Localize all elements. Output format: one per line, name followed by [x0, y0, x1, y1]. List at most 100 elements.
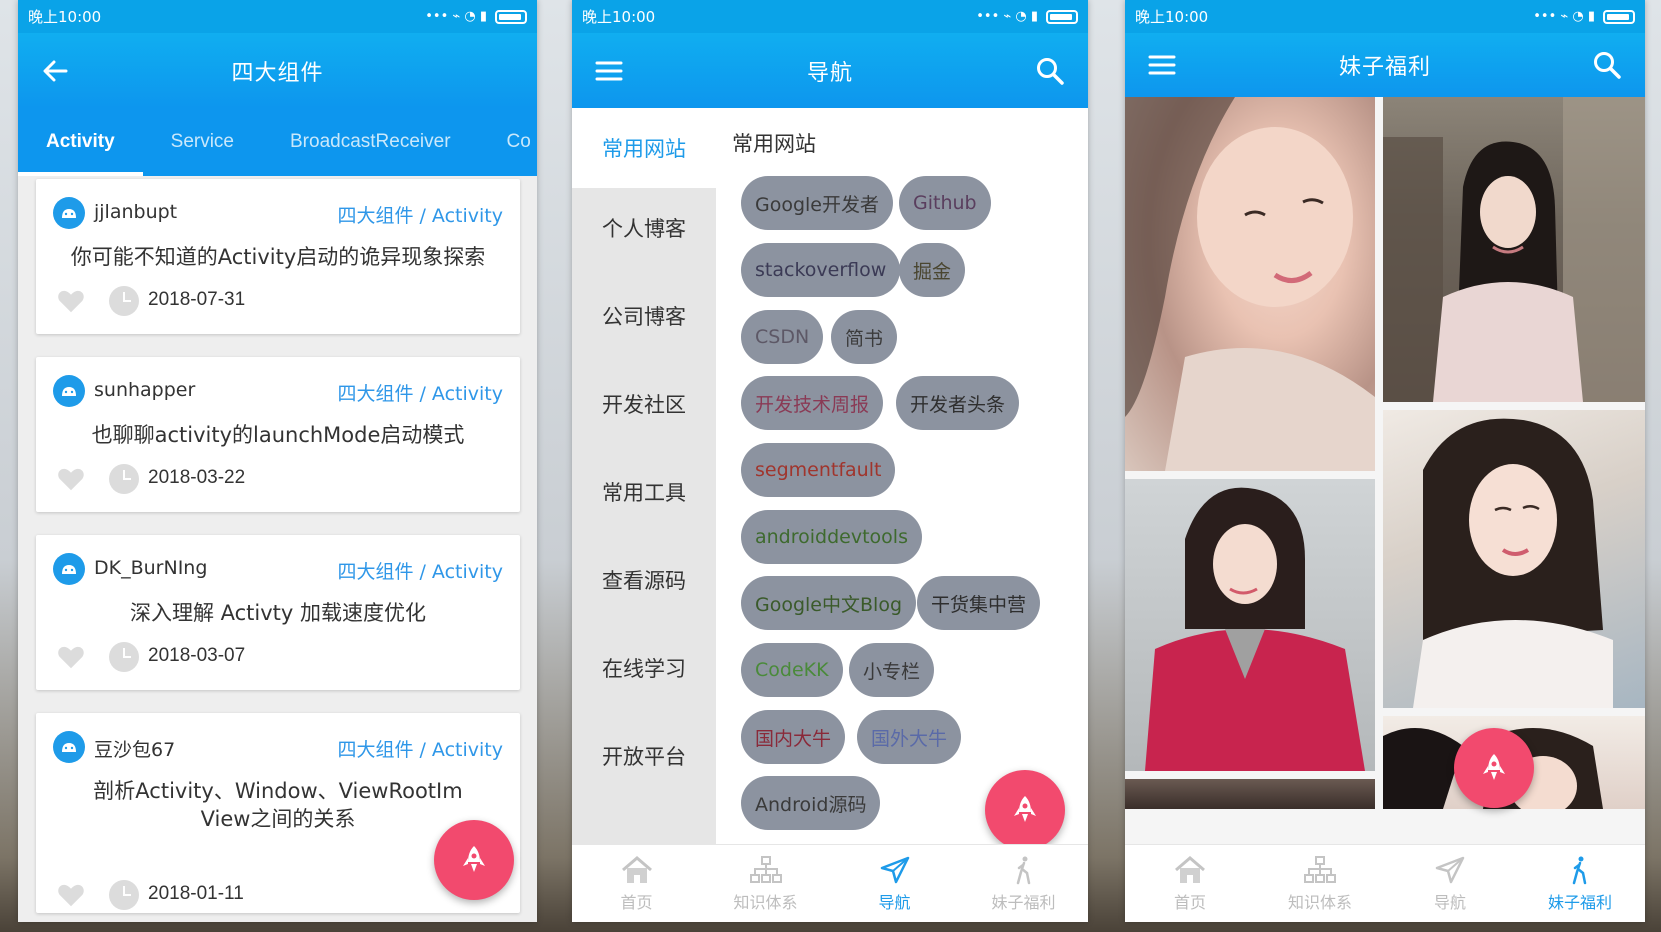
menu-button[interactable] [594, 56, 624, 86]
site-chip[interactable]: CSDN [741, 310, 824, 364]
site-chip[interactable]: 开发者头条 [896, 376, 1020, 430]
article-chapter[interactable]: 四大组件 / Activity [337, 201, 503, 228]
page-title: 四大组件 [231, 60, 324, 86]
heart-icon[interactable] [56, 286, 86, 316]
photo-thumbnail[interactable] [1383, 410, 1645, 708]
photo-thumbnail[interactable] [1125, 97, 1375, 471]
scroll-top-button[interactable] [1454, 728, 1534, 808]
sidebar-item-company-blogs[interactable]: 公司博客 [572, 276, 716, 356]
article-title-line: 也聊聊activity的launchMode启动模式 [91, 423, 465, 447]
signal-icon: ••• ⌁ ◔ ▮ [425, 9, 487, 24]
navigation-arrow-icon [880, 856, 909, 883]
toolbar: 导航 [572, 33, 1088, 108]
bottom-nav-navigation[interactable]: 导航 [1385, 845, 1515, 922]
site-chip[interactable]: 简书 [831, 310, 898, 364]
chip-label: Google开发者 [755, 193, 880, 216]
bottom-nav-home[interactable]: 首页 [572, 845, 701, 922]
site-chip[interactable]: Google中文Blog [741, 576, 916, 630]
site-chip[interactable]: 干货集中营 [917, 576, 1041, 630]
sidebar-item-common-sites[interactable]: 常用网站 [572, 108, 716, 188]
phone-gallery-screen: 晚上10:00 ••• ⌁ ◔ ▮ 妹子福利 首页 知识体系 导航 妹子福利 [1125, 0, 1645, 922]
article-card[interactable]: DK_BurNIng 四大组件 / Activity 深入理解 Activty … [36, 535, 520, 690]
back-button[interactable] [40, 56, 70, 86]
bottom-nav-knowledge[interactable]: 知识体系 [701, 845, 830, 922]
tab-activity[interactable]: Activity [18, 108, 143, 176]
heart-icon[interactable] [56, 642, 86, 672]
sidebar-item-dev-community[interactable]: 开发社区 [572, 364, 716, 444]
bottom-nav-welfare[interactable]: 妹子福利 [959, 845, 1088, 922]
menu-button[interactable] [1147, 50, 1177, 80]
android-icon [62, 209, 76, 218]
site-chip[interactable]: Github [899, 176, 991, 230]
sidebar-item-open-platform[interactable]: 开放平台 [572, 716, 716, 796]
chip-label: 干货集中营 [931, 593, 1027, 616]
sidebar-item-online-learning[interactable]: 在线学习 [572, 628, 716, 708]
avatar [53, 375, 85, 407]
clock-icon [109, 880, 139, 910]
heart-icon[interactable] [56, 464, 86, 494]
sidebar-item-personal-blogs[interactable]: 个人博客 [572, 188, 716, 268]
photo-thumbnail[interactable] [1383, 97, 1645, 402]
article-title-line: 剖析Activity、Window、ViewRootIm [93, 779, 463, 803]
avatar [53, 553, 85, 585]
bottom-nav-home[interactable]: 首页 [1125, 845, 1255, 922]
site-chip[interactable]: 掘金 [899, 243, 966, 297]
phone-components-screen: 晚上10:00 ••• ⌁ ◔ ▮ 四大组件 Activity Service … [18, 0, 537, 922]
status-bar: 晚上10:00 ••• ⌁ ◔ ▮ [1125, 0, 1645, 33]
status-time: 晚上10:00 [28, 8, 102, 26]
site-chip[interactable]: stackoverflow [741, 243, 901, 297]
article-card[interactable]: sunhapper 四大组件 / Activity 也聊聊activity的la… [36, 357, 520, 512]
sidebar-item-common-tools[interactable]: 常用工具 [572, 452, 716, 532]
site-chip[interactable]: 小专栏 [849, 643, 935, 697]
hamburger-menu-icon [1148, 55, 1176, 75]
site-chip[interactable]: CodeKK [741, 643, 843, 697]
tab-service[interactable]: Service [143, 108, 262, 176]
person-walking-icon [1016, 856, 1030, 884]
site-chip[interactable]: 开发技术周报 [741, 376, 884, 430]
home-icon [621, 855, 652, 883]
photo-thumbnail[interactable] [1125, 479, 1375, 771]
article-chapter[interactable]: 四大组件 / Activity [337, 379, 503, 406]
article-chapter[interactable]: 四大组件 / Activity [337, 557, 503, 584]
site-chip[interactable]: 国外大牛 [857, 710, 962, 764]
chip-label: 简书 [845, 327, 884, 350]
tab-bar: Activity Service BroadcastReceiver Co [18, 108, 537, 176]
bottom-nav-knowledge[interactable]: 知识体系 [1255, 845, 1385, 922]
photo-thumbnail[interactable] [1125, 779, 1375, 809]
chip-label: androiddevtools [755, 526, 908, 548]
search-icon[interactable] [1034, 55, 1066, 87]
chip-label: Github [913, 192, 977, 214]
article-date: 2018-03-22 [148, 467, 246, 488]
tab-contentprovider[interactable]: Co [479, 108, 537, 176]
clock-icon [109, 464, 139, 494]
sidebar-item-source-code[interactable]: 查看源码 [572, 540, 716, 620]
bottom-nav-label: 首页 [1173, 892, 1206, 912]
tab-broadcastreceiver[interactable]: BroadcastReceiver [262, 108, 479, 176]
article-card[interactable]: jjlanbupt 四大组件 / Activity 你可能不知道的Activit… [36, 179, 520, 334]
site-chip[interactable]: androiddevtools [741, 510, 922, 564]
site-chip[interactable]: segmentfault [741, 443, 896, 497]
rocket-icon [463, 846, 485, 872]
rocket-icon [1014, 796, 1036, 822]
scroll-top-button[interactable] [985, 770, 1065, 850]
status-icons: ••• ⌁ ◔ ▮ [1533, 9, 1635, 24]
bottom-nav-navigation[interactable]: 导航 [830, 845, 959, 922]
search-icon[interactable] [1591, 49, 1623, 81]
heart-icon[interactable] [56, 880, 86, 910]
scroll-top-button[interactable] [434, 820, 514, 900]
site-chip[interactable]: Google开发者 [741, 176, 894, 230]
article-title-line: View之间的关系 [200, 807, 356, 831]
chip-label: 国外大牛 [871, 727, 948, 750]
article-chapter[interactable]: 四大组件 / Activity [337, 735, 503, 762]
portrait-illustration [1383, 97, 1645, 402]
navigation-arrow-icon [1435, 856, 1465, 883]
android-icon [62, 387, 76, 396]
person-walking-icon [1572, 856, 1587, 884]
chip-label: 掘金 [913, 260, 952, 283]
battery-icon [1046, 9, 1078, 24]
chip-label: 开发技术周报 [755, 393, 870, 416]
site-chip[interactable]: Android源码 [741, 776, 881, 830]
bottom-nav-welfare[interactable]: 妹子福利 [1515, 845, 1645, 922]
site-chip[interactable]: 国内大牛 [741, 710, 846, 764]
hierarchy-icon [1304, 855, 1336, 883]
